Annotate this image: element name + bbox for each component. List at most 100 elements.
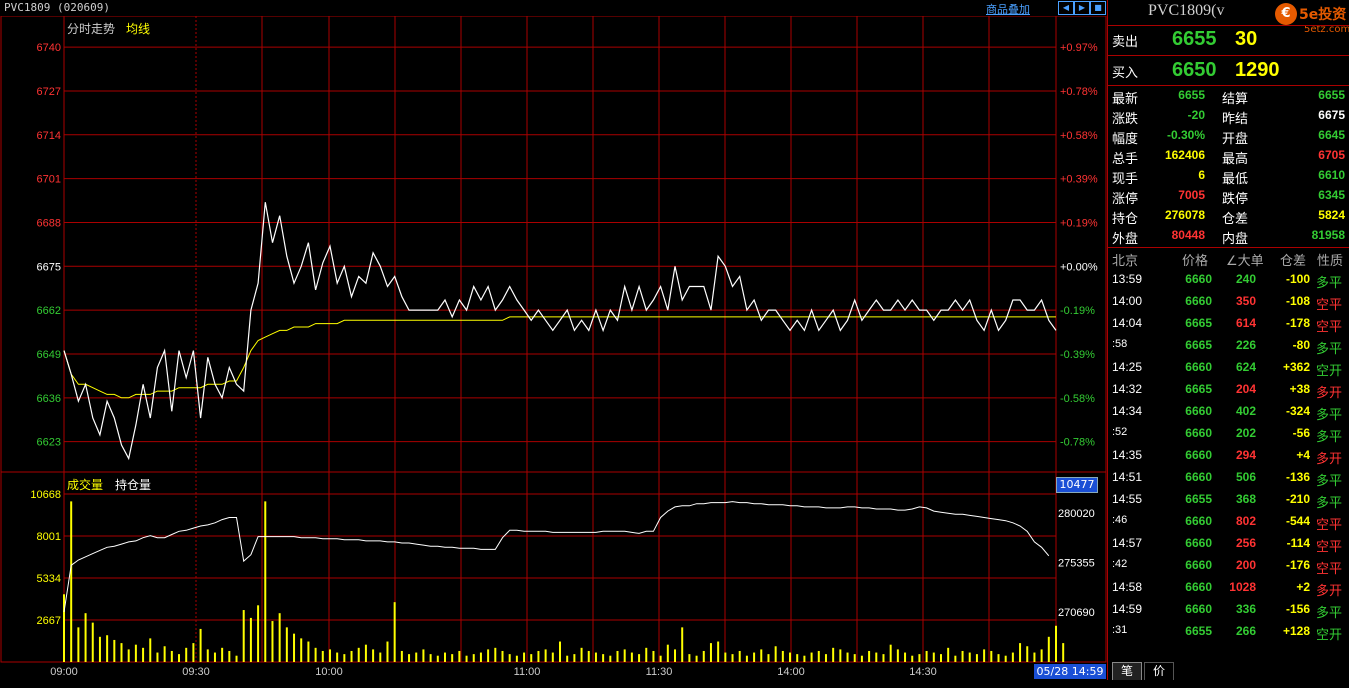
time-axis-label: 09:00	[50, 666, 78, 678]
date-box: 05/28 14:59	[1034, 664, 1106, 679]
tick-cell-n: 多开	[1316, 385, 1343, 400]
tick-cell-v: 266	[1235, 624, 1256, 638]
price-tick-label: 6701	[37, 174, 61, 186]
tick-row[interactable]: 14:58 6660 1028 +2 多开	[1108, 580, 1349, 602]
stat-value: 5824	[1318, 208, 1345, 222]
tick-cell-p: 6660	[1185, 294, 1212, 308]
price-tick-label: 6649	[37, 349, 61, 361]
tick-row[interactable]: :42 6660 200 -176 空平	[1108, 558, 1349, 580]
open-interest-line	[63, 501, 1050, 613]
stat-label: 幅度	[1112, 132, 1139, 147]
stat-value: 81958	[1311, 228, 1345, 242]
tick-row[interactable]: 14:55 6655 368 -210 多平	[1108, 492, 1349, 514]
tick-header-cell: 北京	[1112, 254, 1139, 269]
tick-cell-v: 336	[1235, 602, 1256, 616]
stat-label: 内盘	[1222, 232, 1249, 247]
pct-tick-label: +0.00%	[1060, 261, 1098, 273]
tick-cell-d: -80	[1292, 338, 1310, 352]
ask-volume: 30	[1235, 28, 1258, 50]
stat-value: -0.30%	[1166, 128, 1205, 142]
stat-label: 外盘	[1112, 232, 1139, 247]
stat-label: 结算	[1222, 92, 1249, 107]
chart-canvas[interactable]: 09:00 09:30 10:00 11:00 11:30 14:00 14:30 6740 +…	[0, 0, 1107, 688]
stat-value: 6655	[1318, 88, 1345, 102]
prev-icon[interactable]: ◀	[1058, 1, 1074, 15]
price-tick-label: 6740	[37, 42, 61, 54]
tick-row[interactable]: :58 6665 226 -80 多平	[1108, 338, 1349, 360]
logo-text: 5e投资	[1299, 7, 1347, 23]
tick-row[interactable]: 14:59 6660 336 -156 多平	[1108, 602, 1349, 624]
tick-row[interactable]: :31 6655 266 +128 空开	[1108, 624, 1349, 646]
tick-cell-d: -108	[1285, 294, 1310, 308]
stat-value: 6705	[1318, 148, 1345, 162]
pct-tick-label: +0.97%	[1060, 42, 1098, 54]
tick-cell-n: 多平	[1316, 605, 1343, 620]
pct-tick-label: +0.78%	[1060, 86, 1098, 98]
tick-cell-t: :58	[1112, 338, 1128, 350]
tick-row[interactable]: 14:25 6660 624 +362 空开	[1108, 360, 1349, 382]
tick-row[interactable]: 14:04 6665 614 -178 空平	[1108, 316, 1349, 338]
tick-cell-n: 空开	[1316, 627, 1343, 642]
tick-cell-v: 402	[1235, 404, 1256, 418]
tick-cell-p: 6660	[1185, 272, 1212, 286]
tick-cell-d: +4	[1296, 448, 1310, 462]
price-tick-label: 6727	[37, 86, 61, 98]
tick-cell-n: 空平	[1316, 319, 1343, 334]
tick-row[interactable]: 14:34 6660 402 -324 多平	[1108, 404, 1349, 426]
tick-cell-d: +128	[1282, 624, 1310, 638]
tick-cell-v: 204	[1235, 382, 1256, 396]
tick-cell-p: 6660	[1185, 602, 1212, 616]
tick-cell-p: 6660	[1185, 404, 1212, 418]
volume-frame	[0, 471, 1107, 663]
overlay-link[interactable]: 商品叠加	[986, 1, 1030, 17]
tick-cell-v: 802	[1235, 514, 1256, 528]
tick-cell-t: 14:32	[1112, 382, 1143, 396]
tick-row[interactable]: 14:35 6660 294 +4 多开	[1108, 448, 1349, 470]
maximize-icon[interactable]: ■	[1090, 1, 1106, 15]
stat-label: 涨停	[1112, 192, 1139, 207]
volume-title: 成交量	[67, 478, 104, 492]
tick-cell-d: -136	[1285, 470, 1310, 484]
tick-row[interactable]: 13:59 6660 240 -100 多平	[1108, 272, 1349, 294]
quote-panel: PVC1809(v € 5e投资 5etz.com 卖出 6655 30 买入 …	[1107, 0, 1349, 688]
tick-cell-t: 14:55	[1112, 492, 1143, 506]
tick-cell-v: 202	[1235, 426, 1256, 440]
price-tick-label: 6636	[37, 393, 61, 405]
tick-row[interactable]: :46 6660 802 -544 空平	[1108, 514, 1349, 536]
tab-price[interactable]: 价	[1144, 662, 1174, 681]
tick-cell-n: 空平	[1316, 539, 1343, 554]
tick-cell-d: -210	[1285, 492, 1310, 506]
time-axis-label: 09:30	[182, 666, 210, 678]
price-tick-label: 6623	[37, 437, 61, 449]
tick-row[interactable]: 14:51 6660 506 -136 多平	[1108, 470, 1349, 492]
tick-cell-n: 空平	[1316, 297, 1343, 312]
tick-cell-n: 空开	[1316, 363, 1343, 378]
bid-price: 6650	[1172, 59, 1217, 81]
tick-cell-d: +38	[1289, 382, 1310, 396]
stat-label: 最新	[1112, 92, 1139, 107]
tick-cell-t: 14:58	[1112, 580, 1143, 594]
stat-value: 162406	[1164, 148, 1205, 162]
stat-value: 276078	[1164, 208, 1205, 222]
stat-value: 6675	[1318, 108, 1345, 122]
stat-value: 80448	[1171, 228, 1205, 242]
tick-row[interactable]: 14:32 6665 204 +38 多开	[1108, 382, 1349, 404]
status-strip	[0, 680, 1349, 688]
tick-cell-n: 空平	[1316, 561, 1343, 576]
time-axis-label: 11:00	[514, 666, 541, 678]
tick-row[interactable]: :52 6660 202 -56 多平	[1108, 426, 1349, 448]
avg-legend: 均线	[126, 22, 151, 36]
tick-cell-d: -100	[1285, 272, 1310, 286]
tick-cell-v: 1028	[1229, 580, 1256, 594]
tab-trades[interactable]: 笔	[1112, 662, 1142, 681]
tick-cell-n: 多平	[1316, 473, 1343, 488]
tick-row[interactable]: 14:00 6660 350 -108 空平	[1108, 294, 1349, 316]
tick-row[interactable]: 14:57 6660 256 -114 空平	[1108, 536, 1349, 558]
time-axis-label: 14:00	[777, 666, 805, 678]
pct-tick-label: -0.39%	[1060, 349, 1095, 361]
tick-cell-t: 14:59	[1112, 602, 1143, 616]
next-icon[interactable]: ▶	[1074, 1, 1090, 15]
stat-label: 涨跌	[1112, 112, 1139, 127]
avg-price-line	[63, 316, 1056, 399]
tick-cell-n: 多平	[1316, 495, 1343, 510]
